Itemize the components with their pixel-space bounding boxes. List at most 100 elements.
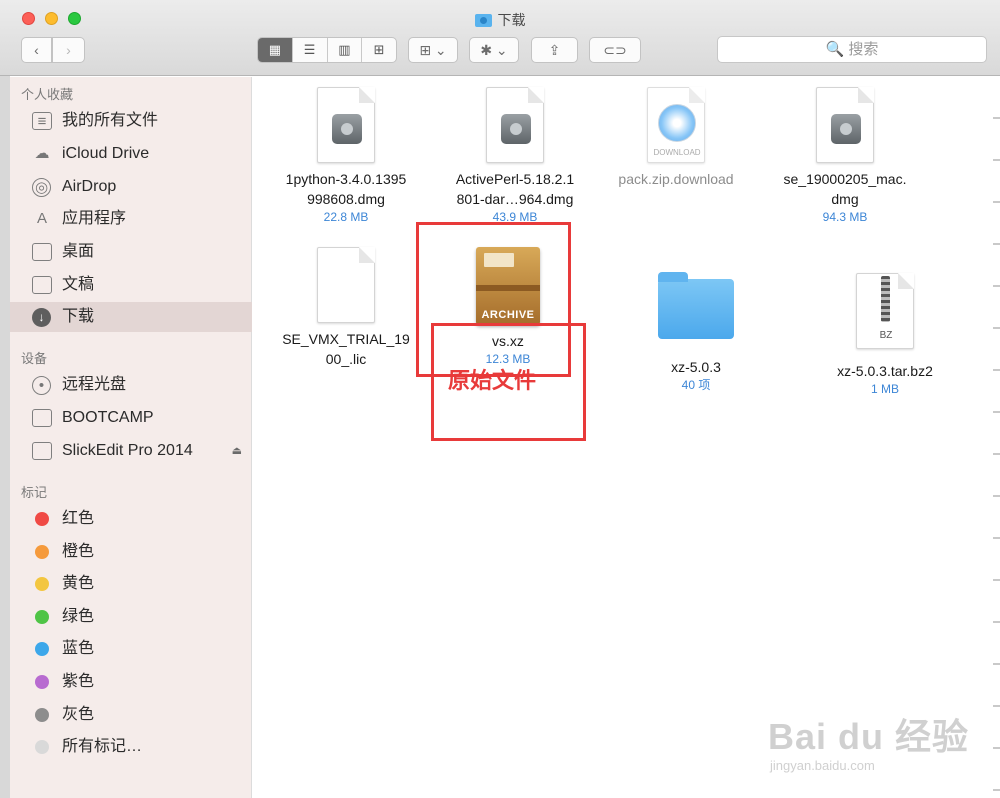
- eject-icon[interactable]: ⏏: [232, 436, 242, 466]
- sidebar-item-label: 灰色: [62, 706, 95, 723]
- sidebar-item-label: 应用程序: [62, 210, 127, 227]
- blank-document-icon: [317, 247, 375, 323]
- forward-button[interactable]: ›: [52, 37, 85, 63]
- disk-image-icon: [317, 87, 375, 163]
- file-item-count: 40 项: [681, 378, 711, 392]
- sidebar-item-remote-disc[interactable]: • 远程光盘: [10, 370, 252, 400]
- action-gear-button[interactable]: ✱ ⌄: [469, 37, 519, 63]
- sidebar-item-downloads[interactable]: ↓ 下载: [10, 302, 252, 332]
- sidebar-item-label: 文稿: [62, 276, 95, 293]
- download-icon: ↓: [32, 308, 51, 327]
- sidebar-item-tag-purple[interactable]: 紫色: [10, 667, 252, 697]
- devices-header: 设备: [21, 351, 48, 366]
- sidebar-item-label: 远程光盘: [62, 376, 127, 393]
- airdrop-icon: ◎: [32, 178, 51, 197]
- sidebar-item-desktop[interactable]: 桌面: [10, 237, 252, 267]
- safari-download-icon: DOWNLOAD: [647, 87, 705, 163]
- applications-icon: A: [36, 210, 47, 227]
- view-mode-segmented-control: ▦ ☰ ▥ ⊞: [257, 37, 397, 63]
- file-item[interactable]: xz-5.0.3 40 项: [611, 263, 781, 393]
- desktop-icon: [32, 243, 52, 261]
- search-field[interactable]: 🔍 搜索: [717, 36, 987, 63]
- file-item[interactable]: 1python-3.4.0.1395 998608.dmg 22.8 MB: [261, 87, 431, 225]
- window-left-edge: [0, 0, 10, 798]
- sidebar-item-bootcamp[interactable]: BOOTCAMP: [10, 403, 252, 433]
- drive-icon: [32, 409, 52, 427]
- window-title-text: 下载: [497, 12, 526, 28]
- watermark-logo: Bai du 经验: [768, 716, 970, 757]
- sidebar-item-tag-orange[interactable]: 橙色: [10, 537, 252, 567]
- disk-image-icon: [486, 87, 544, 163]
- file-name: pack.zip.download: [618, 171, 734, 187]
- sidebar-item-label: 下载: [62, 308, 95, 325]
- favorites-header: 个人收藏: [21, 87, 74, 102]
- file-name: se_19000205_mac. dmg: [783, 171, 907, 207]
- coverflow-view-button[interactable]: ⊞: [362, 38, 396, 62]
- sidebar-item-tag-red[interactable]: 红色: [10, 504, 252, 534]
- file-item[interactable]: DOWNLOAD pack.zip.download: [591, 87, 761, 189]
- window-title: 下载: [0, 10, 1000, 30]
- sidebar-item-label: 绿色: [62, 608, 95, 625]
- sidebar-item-label: 所有标记…: [62, 738, 143, 755]
- zip-archive-icon: BZ: [856, 273, 914, 349]
- sidebar-item-documents[interactable]: 文稿: [10, 270, 252, 300]
- title-toolbar: 下载 ‹ › ▦ ☰ ▥ ⊞ ⊞ ⌄ ✱ ⌄ ⇪ ⊂⊃ 🔍 搜索: [0, 0, 1000, 76]
- sidebar-item-tag-gray[interactable]: 灰色: [10, 700, 252, 730]
- tag-color-dot-icon: [35, 740, 49, 754]
- sidebar: 个人收藏 ≡ 我的所有文件 ☁ iCloud Drive ◎ AirDrop A 应用程…: [10, 77, 252, 798]
- file-item[interactable]: ActivePerl-5.18.2.1 801-dar…964.dmg 43.9…: [430, 87, 600, 225]
- tag-color-dot-icon: [35, 610, 49, 624]
- file-grid: 1python-3.4.0.1395 998608.dmg 22.8 MB Ac…: [253, 77, 1000, 798]
- share-button[interactable]: ⇪: [531, 37, 578, 63]
- documents-icon: [32, 276, 52, 294]
- sidebar-item-all-files[interactable]: ≡ 我的所有文件: [10, 106, 252, 136]
- sidebar-item-label: 紫色: [62, 673, 95, 690]
- list-view-button[interactable]: ☰: [293, 38, 328, 62]
- sidebar-item-applications[interactable]: A 应用程序: [10, 204, 252, 234]
- file-item[interactable]: BZ xz-5.0.3.tar.bz2 1 MB: [800, 273, 970, 397]
- sidebar-item-label: 橙色: [62, 543, 95, 560]
- sidebar-item-tag-blue[interactable]: 蓝色: [10, 634, 252, 664]
- sidebar-item-all-tags[interactable]: 所有标记…: [10, 732, 252, 762]
- sidebar-item-slickedit[interactable]: SlickEdit Pro 2014 ⏏: [10, 436, 252, 466]
- sidebar-item-tag-yellow[interactable]: 黄色: [10, 569, 252, 599]
- file-item[interactable]: SE_VMX_TRIAL_19 00_.lic: [261, 247, 431, 369]
- sidebar-item-airdrop[interactable]: ◎ AirDrop: [10, 172, 252, 202]
- sidebar-item-label: 桌面: [62, 243, 95, 260]
- sidebar-item-label: 红色: [62, 510, 95, 527]
- tag-color-dot-icon: [35, 708, 49, 722]
- sidebar-item-label: iCloud Drive: [62, 145, 150, 162]
- file-name: SE_VMX_TRIAL_19 00_.lic: [282, 331, 410, 367]
- tag-color-dot-icon: [35, 577, 49, 591]
- tag-color-dot-icon: [35, 545, 49, 559]
- back-button[interactable]: ‹: [21, 37, 52, 63]
- disk-image-icon: [816, 87, 874, 163]
- file-size: 94.3 MB: [822, 210, 868, 224]
- drive-icon: [32, 442, 52, 460]
- file-name: 1python-3.4.0.1395 998608.dmg: [285, 171, 407, 207]
- file-size: 1 MB: [870, 382, 899, 396]
- sidebar-item-label: AirDrop: [62, 178, 117, 195]
- annotation-text: 原始文件: [448, 368, 537, 393]
- file-name: xz-5.0.3: [671, 359, 721, 375]
- file-name: xz-5.0.3.tar.bz2: [837, 363, 933, 379]
- folder-icon: [658, 272, 734, 339]
- watermark-url: jingyan.baidu.com: [770, 758, 875, 773]
- all-files-icon: ≡: [32, 112, 52, 130]
- sidebar-item-label: 黄色: [62, 575, 95, 592]
- cloud-icon: ☁: [34, 145, 50, 162]
- icon-view-button[interactable]: ▦: [258, 38, 293, 62]
- file-name: ActivePerl-5.18.2.1 801-dar…964.dmg: [455, 171, 575, 207]
- column-view-button[interactable]: ▥: [328, 38, 363, 62]
- file-item[interactable]: se_19000205_mac. dmg 94.3 MB: [760, 87, 930, 225]
- arrange-button[interactable]: ⊞ ⌄: [408, 37, 458, 63]
- tag-button[interactable]: ⊂⊃: [589, 37, 641, 63]
- sidebar-item-tag-green[interactable]: 绿色: [10, 602, 252, 632]
- sidebar-item-label: BOOTCAMP: [62, 409, 154, 426]
- tags-header: 标记: [21, 485, 48, 500]
- sidebar-item-label: SlickEdit Pro 2014: [62, 442, 193, 459]
- sidebar-item-icloud[interactable]: ☁ iCloud Drive: [10, 139, 252, 169]
- disc-icon: •: [32, 376, 51, 395]
- tag-color-dot-icon: [35, 512, 49, 526]
- tag-color-dot-icon: [35, 642, 49, 656]
